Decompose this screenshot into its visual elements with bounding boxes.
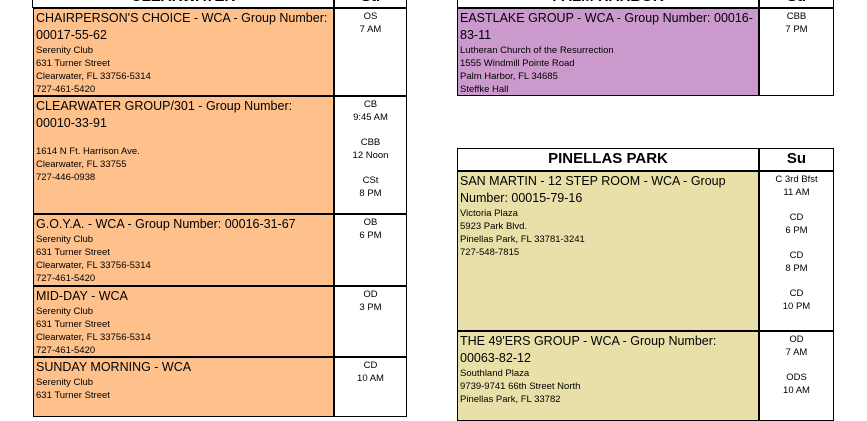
meeting-time: 12 Noon bbox=[352, 149, 389, 161]
meeting-type-code: ODS bbox=[786, 372, 807, 383]
clearwater-meeting-4: SUNDAY MORNING - WCA Serenity Club 631 Tur… bbox=[33, 357, 334, 417]
meeting-time: 6 PM bbox=[785, 224, 808, 236]
meeting-address-line: 727-461-5420 bbox=[36, 273, 96, 284]
clearwater-header-title: CLEARWATER bbox=[32, 0, 334, 8]
meeting-group-name: SAN MARTIN - 12 STEP ROOM - WCA - Group … bbox=[460, 174, 726, 205]
meeting-type-code: OD bbox=[363, 289, 378, 300]
meeting-type-code: OS bbox=[363, 11, 378, 22]
palm-harbor-meeting-times-0: CBB 7 PM bbox=[759, 8, 834, 96]
meeting-address-line: Serenity Club bbox=[36, 234, 94, 245]
meeting-address-line: 727-461-5420 bbox=[36, 345, 96, 356]
pinellas-park-meeting-times-1: OD 7 AM ODS 10 AM bbox=[759, 331, 834, 421]
palm-harbor-meeting-0: EASTLAKE GROUP - WCA - Group Number: 000… bbox=[457, 8, 759, 96]
meeting-type-code: CBB bbox=[786, 11, 807, 22]
clearwater-meeting-2: G.O.Y.A. - WCA - Group Number: 00016-31-… bbox=[33, 214, 334, 286]
meeting-address-line: Palm Harbor, FL 34685 bbox=[460, 71, 558, 82]
meeting-time: 9:45 AM bbox=[353, 111, 388, 123]
pinellas-park-meeting-0: SAN MARTIN - 12 STEP ROOM - WCA - Group … bbox=[457, 171, 759, 331]
meeting-type-code: CB bbox=[363, 99, 378, 110]
meeting-time: 3 PM bbox=[359, 301, 382, 313]
meeting-address-line: 727-548-7815 bbox=[460, 247, 520, 258]
meeting-address-line: Serenity Club bbox=[36, 306, 94, 317]
meeting-address-line: 1614 N Ft. Harrison Ave. bbox=[36, 146, 140, 157]
meeting-group-name: MID-DAY - WCA bbox=[36, 289, 128, 303]
meeting-group-name: SUNDAY MORNING - WCA bbox=[36, 360, 192, 374]
meeting-type-code: OD bbox=[789, 334, 804, 345]
meeting-type-code: CD bbox=[789, 212, 804, 223]
clearwater-meeting-3: MID-DAY - WCA Serenity Club 631 Turner Str… bbox=[33, 286, 334, 357]
meeting-time: 10 AM bbox=[783, 384, 810, 396]
clearwater-meeting-times-4: CD 10 AM bbox=[334, 357, 407, 417]
palm-harbor-header-title: PALM HARBOR bbox=[457, 0, 759, 8]
meeting-time: 11 AM bbox=[783, 186, 810, 198]
meeting-address-line: Clearwater, FL 33756-5314 bbox=[36, 332, 151, 343]
clearwater-meeting-times-1: CB 9:45 AM CBB 12 Noon CSt 8 PM bbox=[334, 96, 407, 214]
meeting-time: 10 PM bbox=[782, 300, 811, 312]
meeting-time: 7 AM bbox=[785, 346, 808, 358]
meeting-address-line: Serenity Club bbox=[36, 45, 94, 56]
meeting-group-name: G.O.Y.A. - WCA - Group Number: 00016-31-… bbox=[36, 217, 296, 231]
meeting-address-line: Victoria Plaza bbox=[460, 208, 518, 219]
meeting-group-name: CLEARWATER GROUP/301 - Group Number: 000… bbox=[36, 99, 293, 130]
meeting-address-line: 5923 Park Blvd. bbox=[460, 221, 528, 232]
meeting-address-line: 631 Turner Street bbox=[36, 247, 110, 258]
meeting-time: 10 AM bbox=[357, 372, 384, 384]
pinellas-park-meeting-1: THE 49'ERS GROUP - WCA - Group Number: 0… bbox=[457, 331, 759, 421]
clearwater-meeting-times-0: OS 7 AM bbox=[334, 8, 407, 96]
meeting-address-line: 631 Turner Street bbox=[36, 319, 110, 330]
meeting-group-name: EASTLAKE GROUP - WCA - Group Number: 000… bbox=[460, 11, 753, 42]
meeting-address-line: Pinellas Park, FL 33781-3241 bbox=[460, 234, 585, 245]
meeting-address-line: Steffke Hall bbox=[460, 84, 509, 95]
meeting-address-line: Southland Plaza bbox=[460, 368, 530, 379]
clearwater-meeting-times-3: OD 3 PM bbox=[334, 286, 407, 357]
clearwater-meeting-1: CLEARWATER GROUP/301 - Group Number: 000… bbox=[33, 96, 334, 214]
meeting-address-line: 727-461-5420 bbox=[36, 84, 96, 95]
meeting-type-code: CSt bbox=[362, 175, 379, 186]
meeting-type-code: OB bbox=[363, 217, 378, 228]
palm-harbor-header-day: Su bbox=[759, 0, 834, 8]
meeting-address-line: 1555 Windmill Pointe Road bbox=[460, 58, 575, 69]
meeting-address-line: 631 Turner Street bbox=[36, 58, 110, 69]
meeting-time: 8 PM bbox=[359, 187, 382, 199]
meeting-time: 6 PM bbox=[359, 229, 382, 241]
clearwater-header-day: Su bbox=[334, 0, 407, 8]
meeting-type-code: CD bbox=[363, 360, 378, 371]
meeting-group-name: CHAIRPERSON'S CHOICE - WCA - Group Numbe… bbox=[36, 11, 328, 42]
meeting-address-line: Clearwater, FL 33756-5314 bbox=[36, 260, 151, 271]
clearwater-meeting-0: CHAIRPERSON'S CHOICE - WCA - Group Numbe… bbox=[33, 8, 334, 96]
meeting-address-line: Clearwater, FL 33756-5314 bbox=[36, 71, 151, 82]
pinellas-park-meeting-times-0: C 3rd Bfst 11 AM CD 6 PM CD 8 PM CD 10 PM bbox=[759, 171, 834, 331]
pinellas-park-header-title: PINELLAS PARK bbox=[457, 148, 759, 171]
meeting-type-code: C 3rd Bfst bbox=[775, 174, 818, 185]
pinellas-park-header-day: Su bbox=[759, 148, 834, 171]
meeting-group-name: THE 49'ERS GROUP - WCA - Group Number: 0… bbox=[460, 334, 717, 365]
meeting-address-line: 9739-9741 66th Street North bbox=[460, 381, 581, 392]
meeting-time: 7 AM bbox=[359, 23, 382, 35]
meeting-address-line: Serenity Club bbox=[36, 377, 94, 388]
meeting-address-line: 631 Turner Street bbox=[36, 390, 110, 401]
meeting-time: 8 PM bbox=[785, 262, 808, 274]
meeting-type-code: CD bbox=[789, 288, 804, 299]
meeting-address-line: 727-446-0938 bbox=[36, 172, 96, 183]
meeting-type-code: CBB bbox=[360, 137, 381, 148]
meeting-address-line: Clearwater, FL 33755 bbox=[36, 159, 127, 170]
meeting-address-line bbox=[36, 132, 331, 145]
clearwater-meeting-times-2: OB 6 PM bbox=[334, 214, 407, 286]
meeting-address-line: Lutheran Church of the Resurrection bbox=[460, 45, 614, 56]
meeting-type-code: CD bbox=[789, 250, 804, 261]
meeting-time: 7 PM bbox=[785, 23, 808, 35]
